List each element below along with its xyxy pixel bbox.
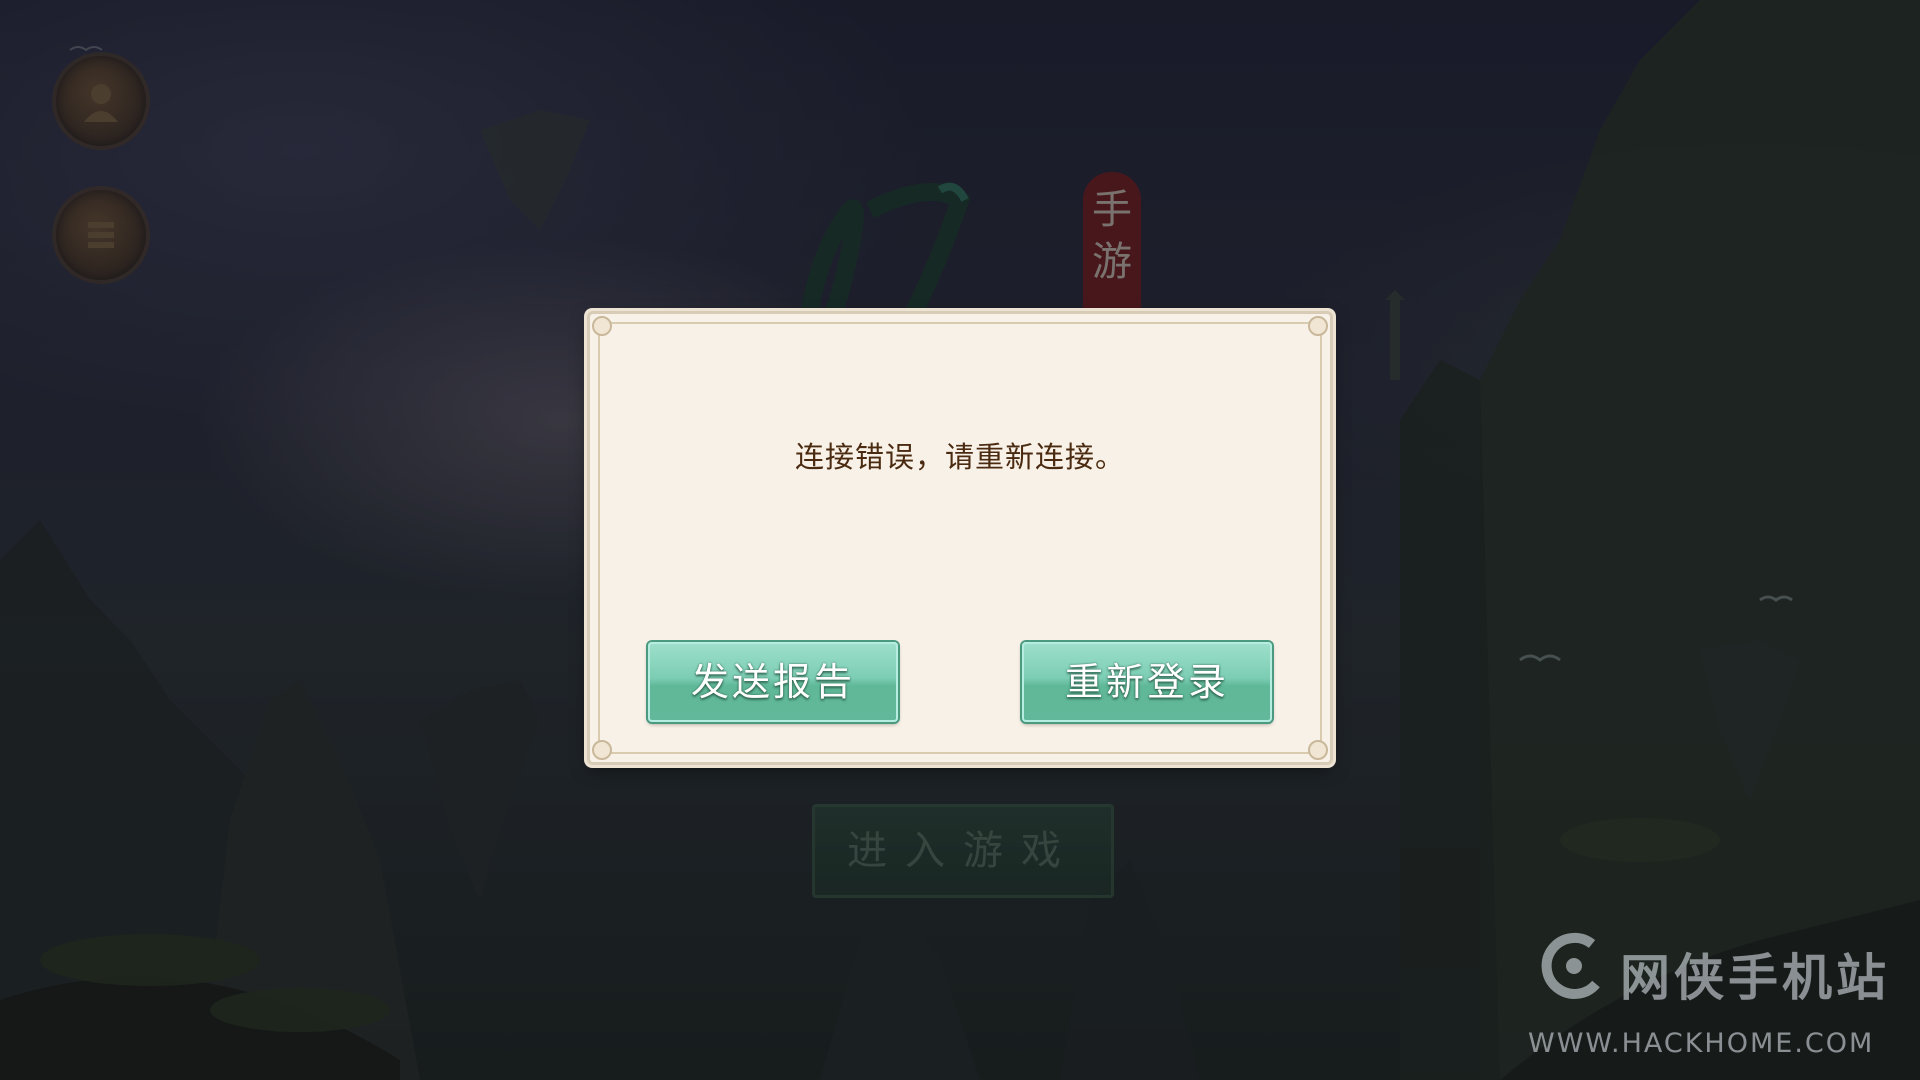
watermark-logo-icon — [1541, 932, 1600, 999]
relogin-button[interactable]: 重新登录 — [1022, 642, 1272, 722]
error-dialog: 连接错误，请重新连接。 发送报告 重新登录 — [590, 314, 1330, 762]
watermark-url: WWW.HACKHOME.COM — [1528, 1028, 1875, 1059]
error-message: 连接错误，请重新连接。 — [794, 440, 1125, 474]
watermark: 网侠手机站 WWW.HACKHOME.COM — [1520, 922, 1900, 1072]
corner-ornament — [592, 316, 612, 336]
watermark-title: 网侠手机站 — [1620, 949, 1890, 1007]
corner-ornament — [1308, 316, 1328, 336]
corner-ornament — [592, 740, 612, 760]
send-report-button[interactable]: 发送报告 — [648, 642, 898, 722]
corner-ornament — [1308, 740, 1328, 760]
game-screen: 手 游 进入游戏 连接错误，请重新连接。 发送报告 重新登录 网侠手机站 WWW… — [0, 0, 1920, 1080]
